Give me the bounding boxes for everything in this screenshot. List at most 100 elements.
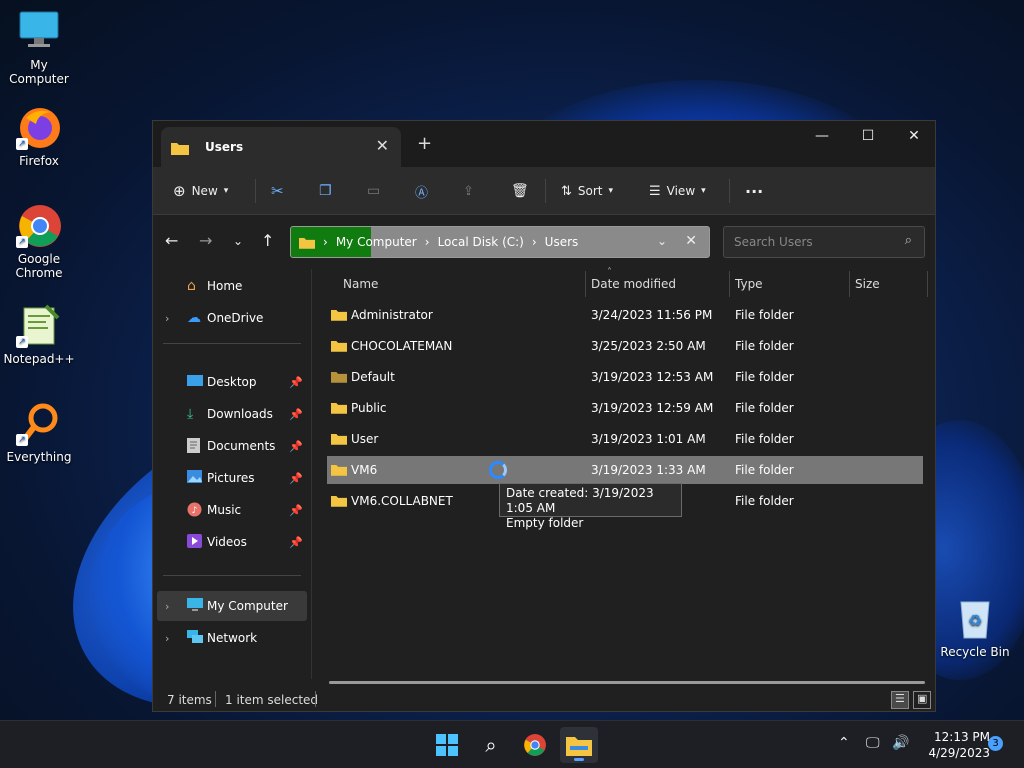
row-type: File folder (735, 463, 794, 477)
table-row[interactable]: Default 3/19/2023 12:53 AM File folder (327, 363, 923, 391)
desktop-icon-label: Google Chrome (15, 252, 63, 280)
table-row[interactable]: Public 3/19/2023 12:59 AM File folder (327, 394, 923, 422)
title-bar: Users ✕ + — ☐ ✕ (153, 121, 935, 167)
desktop-icon-everything[interactable]: ↗ Everything (0, 400, 78, 464)
view-button[interactable]: ☰ View ▾ (649, 177, 706, 205)
row-date: 3/24/2023 11:56 PM (591, 308, 713, 322)
details-view-icon: ☰ (895, 692, 905, 705)
breadcrumb-item[interactable]: Users (545, 235, 579, 249)
tiles-view-button[interactable]: ▣ (913, 691, 931, 709)
plus-circle-icon: ⊕ (173, 182, 186, 200)
sort-button[interactable]: ⇅ Sort ▾ (561, 177, 613, 205)
breadcrumb-item[interactable]: My Computer (336, 235, 417, 249)
sidebar-item-label: Desktop (207, 375, 257, 389)
clear-address-icon[interactable]: ✕ (685, 233, 697, 249)
more-options-button[interactable]: ··· (745, 177, 763, 205)
address-dropdown-icon[interactable]: ⌄ (657, 234, 667, 248)
close-tab-icon[interactable]: ✕ (376, 136, 389, 155)
column-label: Type (735, 277, 763, 291)
sidebar-item-downloads[interactable]: ⤓ Downloads 📌 (157, 399, 307, 429)
show-hidden-icons-button[interactable]: ⌃ (838, 735, 850, 751)
paste-button[interactable]: ▭ (367, 177, 380, 205)
volume-icon[interactable]: 🔊 (892, 735, 909, 751)
search-input[interactable]: Search Users ⌕ (723, 226, 925, 258)
table-row-selected[interactable]: VM6 3/19/2023 1:33 AM File folder (327, 456, 923, 484)
chrome-icon: ↗ (16, 202, 62, 248)
table-row[interactable]: Administrator 3/24/2023 11:56 PM File fo… (327, 301, 923, 329)
table-row[interactable]: CHOCOLATEMAN 3/25/2023 2:50 AM File fold… (327, 332, 923, 360)
start-button[interactable] (428, 727, 466, 763)
more-icon: ··· (745, 181, 764, 201)
sidebar-item-home[interactable]: ⌂ Home (157, 271, 307, 301)
file-explorer-icon (566, 737, 592, 756)
breadcrumb-item[interactable]: Local Disk (C:) (438, 235, 524, 249)
new-button[interactable]: ⊕ New ▾ (173, 177, 228, 205)
cut-button[interactable]: ✂ (271, 177, 284, 205)
sort-icon: ⇅ (561, 183, 572, 199)
sidebar-item-music[interactable]: ♪ Music 📌 (157, 495, 307, 525)
up-button[interactable]: ↑ (261, 231, 274, 250)
desktop-icon-chrome[interactable]: ↗ Google Chrome (0, 202, 78, 280)
tooltip-line: Date created: 3/19/2023 1:05 AM (506, 486, 654, 515)
taskbar-search-button[interactable]: ⌕ (472, 727, 510, 763)
desktop-icon-firefox[interactable]: ↗ Firefox (0, 104, 78, 168)
chevron-right-icon: › (165, 599, 170, 613)
desktop-icon-notepadpp[interactable]: ↗ Notepad++ (0, 302, 78, 366)
tab-users[interactable]: Users ✕ (161, 127, 401, 167)
share-button[interactable]: ⇪ (463, 177, 474, 205)
folder-icon (331, 496, 347, 507)
notepadpp-icon: ↗ (16, 302, 62, 348)
tab-title: Users (205, 140, 244, 154)
sidebar-item-documents[interactable]: Documents 📌 (157, 431, 307, 461)
column-header-size[interactable]: Size (855, 269, 880, 299)
sidebar-item-pictures[interactable]: Pictures 📌 (157, 463, 307, 493)
maximize-button[interactable]: ☐ (845, 125, 891, 155)
folder-icon (331, 341, 347, 352)
column-header-type[interactable]: Type (735, 269, 763, 299)
sidebar-item-desktop[interactable]: Desktop 📌 (157, 367, 307, 397)
horizontal-scrollbar[interactable] (329, 681, 925, 684)
taskbar-file-explorer[interactable] (560, 727, 598, 763)
search-placeholder: Search Users (734, 235, 813, 249)
row-type: File folder (735, 308, 794, 322)
minimize-button[interactable]: — (799, 125, 845, 155)
breadcrumb: › My Computer › Local Disk (C:) › Users (299, 235, 578, 249)
back-button[interactable]: ← (165, 231, 178, 250)
sidebar-item-onedrive[interactable]: › ☁ OneDrive (157, 303, 307, 333)
delete-button[interactable]: 🗑 (511, 177, 529, 205)
pin-icon: 📌 (289, 471, 303, 485)
table-row[interactable]: User 3/19/2023 1:01 AM File folder (327, 425, 923, 453)
folder-icon (331, 310, 347, 321)
video-icon (187, 534, 205, 550)
row-date: 3/19/2023 1:33 AM (591, 463, 706, 477)
forward-button[interactable]: → (199, 231, 212, 250)
row-date: 3/19/2023 1:01 AM (591, 432, 706, 446)
desktop-icon-my-computer[interactable]: My Computer (0, 8, 78, 86)
row-type: File folder (735, 432, 794, 446)
details-view-button[interactable]: ☰ (891, 691, 909, 709)
sidebar-item-videos[interactable]: Videos 📌 (157, 527, 307, 557)
sidebar-item-label: Videos (207, 535, 247, 549)
monitor-icon (187, 598, 205, 614)
new-tab-button[interactable]: + (417, 133, 432, 154)
notification-badge[interactable]: 3 (988, 736, 1003, 751)
column-label: Size (855, 277, 880, 291)
taskbar-chrome[interactable] (516, 727, 554, 763)
copy-button[interactable]: ❐ (319, 177, 332, 205)
clipboard-icon: ▭ (367, 183, 381, 199)
close-window-button[interactable]: ✕ (891, 125, 937, 155)
desktop-icon-recycle-bin[interactable]: ♻ Recycle Bin (938, 596, 1012, 659)
column-header-name[interactable]: Name (343, 269, 378, 299)
rename-button[interactable]: Ⓐ (415, 177, 428, 205)
chevron-right-icon: › (165, 311, 170, 325)
network-status-icon[interactable]: 🖵 (866, 735, 880, 751)
svg-text:♪: ♪ (192, 506, 198, 516)
column-header-date[interactable]: Date modified (591, 269, 676, 299)
sidebar-item-network[interactable]: › Network (157, 623, 307, 653)
address-bar[interactable]: › My Computer › Local Disk (C:) › Users … (290, 226, 710, 258)
recent-locations-button[interactable]: ⌄ (233, 234, 243, 248)
desktop-icon-label: Notepad++ (3, 352, 75, 366)
recycle-bin-icon: ♻ (960, 601, 990, 639)
system-clock[interactable]: 12:13 PM 4/29/2023 (920, 729, 990, 761)
sidebar-item-my-computer[interactable]: › My Computer (157, 591, 307, 621)
